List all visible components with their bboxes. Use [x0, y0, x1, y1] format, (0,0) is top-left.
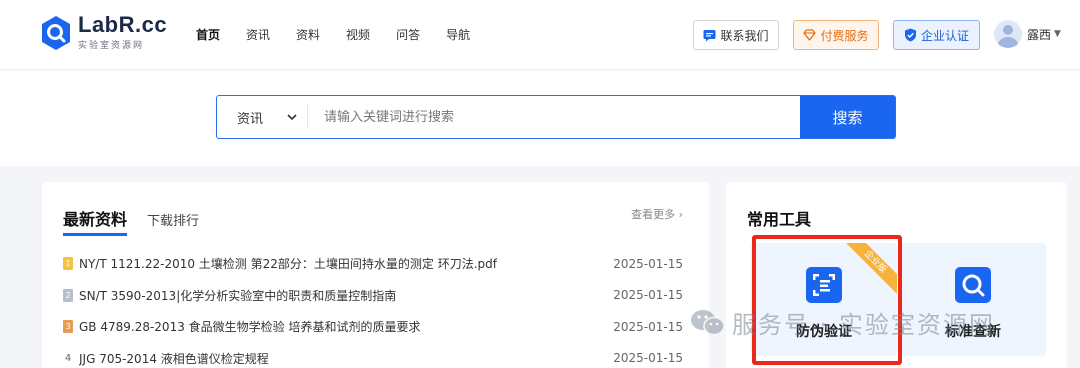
- document-scan-icon: [806, 267, 842, 303]
- contact-us-label: 联系我们: [720, 28, 769, 43]
- chevron-right-icon: ›: [678, 208, 683, 221]
- search-section: 资讯 搜索: [0, 71, 1080, 166]
- rank-badge: 4: [64, 352, 72, 364]
- wechat-icon: [691, 309, 725, 335]
- search-category-select[interactable]: 资讯: [217, 96, 307, 138]
- nav-directory[interactable]: 导航: [446, 26, 470, 43]
- shield-check-icon: [904, 28, 917, 42]
- search-bar: 资讯 搜索: [216, 95, 896, 139]
- list-item[interactable]: 4 JJG 705-2014 液相色谱仪检定规程 2025-01-15: [63, 343, 683, 368]
- resource-title[interactable]: NY/T 1121.22-2010 土壤检测 第22部分：土壤田间持水量的测定 …: [79, 255, 603, 272]
- nav-qa[interactable]: 问答: [396, 26, 420, 43]
- enterprise-cert-label: 企业认证: [920, 28, 969, 43]
- resource-list: 1 NY/T 1121.22-2010 土壤检测 第22部分：土壤田间持水量的测定…: [63, 248, 683, 368]
- logo-subtitle: 实验室资源网: [78, 41, 145, 51]
- resource-date: 2025-01-15: [613, 351, 683, 366]
- rank-badge: 2: [63, 288, 73, 302]
- resource-date: 2025-01-15: [613, 319, 683, 334]
- paid-service-label: 付费服务: [820, 28, 869, 43]
- tab-downloads[interactable]: 下载排行: [147, 210, 199, 236]
- user-name: 露西: [1027, 27, 1052, 42]
- resource-date: 2025-01-15: [613, 288, 683, 303]
- resource-date: 2025-01-15: [613, 256, 683, 271]
- site-logo[interactable]: LabR.cc 实验室资源网: [40, 14, 167, 51]
- resource-tabs: 最新资料 下载排行: [63, 206, 199, 236]
- resource-title[interactable]: SN/T 3590-2013|化学分析实验室中的职责和质量控制指南: [79, 287, 603, 304]
- rank-badge: 3: [63, 320, 73, 334]
- logo-icon: [42, 15, 70, 50]
- chevron-down-icon: ▼: [1054, 29, 1061, 39]
- chevron-down-icon: [287, 113, 297, 120]
- paid-service-button[interactable]: 付费服务: [793, 20, 879, 50]
- search-doc-icon: [955, 267, 991, 303]
- resource-title[interactable]: JJG 705-2014 液相色谱仪检定规程: [79, 350, 603, 367]
- wechat-watermark: 服务号 · 实验室资源网: [690, 305, 995, 340]
- logo-name: LabR.cc: [78, 12, 168, 37]
- chat-icon: [703, 29, 716, 42]
- top-header: LabR.cc 实验室资源网 首页 资讯 资料 视频 问答 导航 联系我们 付费…: [0, 0, 1080, 70]
- diamond-icon: [803, 29, 817, 41]
- search-category-value: 资讯: [237, 111, 264, 127]
- enterprise-cert-button[interactable]: 企业认证: [893, 20, 980, 50]
- nav-home[interactable]: 首页: [196, 26, 220, 43]
- tab-latest[interactable]: 最新资料: [63, 206, 128, 236]
- nav-resources[interactable]: 资料: [296, 26, 320, 43]
- enterprise-badge-label: 企业版: [841, 243, 897, 296]
- enterprise-badge: 企业版: [841, 243, 897, 299]
- avatar: [994, 20, 1022, 48]
- view-more-label: 查看更多: [631, 208, 676, 221]
- main-nav: 首页 资讯 资料 视频 问答 导航: [196, 26, 496, 43]
- list-item[interactable]: 2 SN/T 3590-2013|化学分析实验室中的职责和质量控制指南 2025-0…: [63, 280, 683, 312]
- tools-title: 常用工具: [747, 210, 812, 229]
- view-more-link[interactable]: 查看更多 ›: [631, 206, 683, 222]
- nav-videos[interactable]: 视频: [346, 26, 370, 43]
- tools-card: 常用工具 防伪验证 企业版 标准查新: [726, 182, 1067, 368]
- nav-news[interactable]: 资讯: [246, 26, 270, 43]
- contact-us-button[interactable]: 联系我们: [693, 20, 779, 50]
- rank-badge: 1: [63, 257, 73, 271]
- list-item[interactable]: 3 GB 4789.28-2013 食品微生物学检验 培养基和试剂的质量要求 202…: [63, 311, 683, 343]
- latest-resources-card: 最新资料 下载排行 查看更多 › 1 NY/T 1121.22-2010 土壤检测…: [42, 182, 709, 368]
- list-item[interactable]: 1 NY/T 1121.22-2010 土壤检测 第22部分：土壤田间持水量的测定…: [63, 248, 683, 280]
- search-button[interactable]: 搜索: [800, 96, 895, 138]
- search-input[interactable]: [308, 96, 800, 138]
- resource-title[interactable]: GB 4789.28-2013 食品微生物学检验 培养基和试剂的质量要求: [79, 318, 603, 335]
- user-menu[interactable]: 露西 ▼: [994, 20, 1061, 48]
- watermark-text: 服务号 · 实验室资源网: [732, 311, 995, 339]
